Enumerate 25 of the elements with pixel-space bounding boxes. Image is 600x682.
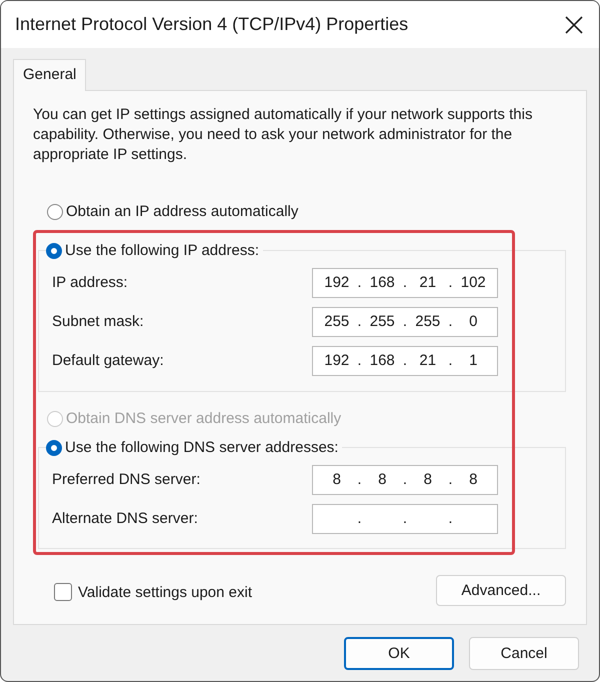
window-title: Internet Protocol Version 4 (TCP/IPv4) Properties: [15, 14, 408, 35]
dialog-button[interactable]: Cancel: [469, 637, 579, 670]
checkbox[interactable]: [54, 583, 72, 601]
option-label: Use the following DNS server addresses:: [65, 439, 338, 456]
field-label: Default gateway:: [52, 352, 164, 369]
close-icon[interactable]: [565, 16, 583, 34]
field-label: IP address:: [52, 274, 128, 291]
ip-address-field[interactable]: 192 . 168 . 21 . 1: [312, 346, 498, 376]
radio-button[interactable]: [46, 440, 62, 456]
ip-address-field[interactable]: . . .: [312, 504, 498, 534]
dialog-button[interactable]: OK: [344, 637, 454, 670]
field-label: Preferred DNS server:: [52, 471, 200, 488]
field-label: Alternate DNS server:: [52, 510, 198, 527]
option-label: Obtain DNS server address automatically: [66, 410, 342, 427]
description-text: You can get IP settings assigned automatically if your network supports this capability. Otherwise, you need to ask your network administrator for the appropriate IP settings.: [33, 105, 534, 165]
tab[interactable]: General: [13, 59, 86, 91]
ip-address-field[interactable]: 8 . 8 . 8 . 8: [312, 464, 498, 494]
ip-address-field[interactable]: 255 . 255 . 255 . 0: [312, 306, 498, 336]
radio-button[interactable]: [47, 204, 63, 220]
option-label: Use the following IP address:: [65, 242, 259, 259]
ip-address-field[interactable]: 192 . 168 . 21 . 102: [312, 268, 498, 298]
field-label: Subnet mask:: [52, 313, 144, 330]
radio-button[interactable]: [46, 242, 62, 258]
advanced-button[interactable]: Advanced...: [436, 575, 566, 606]
checkbox-label: Validate settings upon exit: [78, 584, 252, 600]
